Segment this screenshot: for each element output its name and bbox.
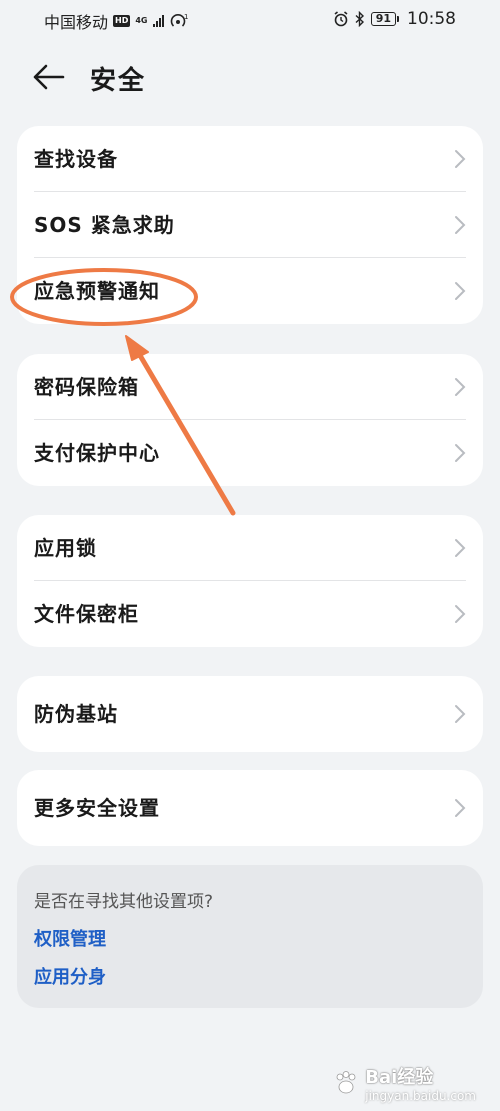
settings-group-4: 防伪基站 [17, 676, 483, 752]
carrier-label: 中国移动 [44, 13, 109, 32]
clock: 10:58 [407, 9, 456, 29]
arrow-left-icon [33, 64, 65, 90]
row-file-safe[interactable]: 文件保密柜 [17, 581, 483, 647]
status-left: 中国移动 HD 4G 1 [44, 9, 189, 33]
settings-group-5: 更多安全设置 [17, 770, 483, 846]
row-emergency-alerts[interactable]: 应急预警通知 [17, 258, 483, 324]
battery-icon: 91 [370, 12, 399, 26]
chevron-right-icon [455, 705, 466, 723]
chevron-right-icon [455, 378, 466, 396]
row-more-security-settings[interactable]: 更多安全设置 [17, 770, 483, 846]
row-payment-protection[interactable]: 支付保护中心 [17, 420, 483, 486]
page-title: 安全 [90, 66, 147, 96]
row-label: 防伪基站 [34, 702, 118, 726]
suggestion-panel: 是否在寻找其他设置项? 权限管理 应用分身 [17, 865, 483, 1008]
page-header: 安全 [0, 50, 500, 106]
network-type: 4G [135, 16, 148, 25]
status-right: 91 10:58 [333, 9, 456, 29]
svg-text:1: 1 [184, 13, 188, 21]
settings-group-2: 密码保险箱 支付保护中心 [17, 354, 483, 486]
row-label: 查找设备 [34, 147, 118, 171]
row-label: 支付保护中心 [34, 441, 160, 465]
chevron-right-icon [455, 605, 466, 623]
chevron-right-icon [455, 282, 466, 300]
watermark-url: jingyan.baidu.com [365, 1089, 476, 1103]
back-button[interactable] [32, 62, 68, 92]
watermark-text: Bai经验 [365, 1067, 434, 1088]
row-label: 密码保险箱 [34, 375, 139, 399]
chevron-right-icon [455, 799, 466, 817]
row-sos[interactable]: SOS 紧急求助 [17, 192, 483, 258]
paw-logo-icon [336, 1071, 356, 1094]
row-app-lock[interactable]: 应用锁 [17, 515, 483, 581]
chevron-right-icon [455, 539, 466, 557]
settings-group-3: 应用锁 文件保密柜 [17, 515, 483, 647]
row-label: 更多安全设置 [34, 796, 160, 820]
row-label: 应用锁 [34, 536, 97, 560]
status-bar: 中国移动 HD 4G 1 91 10:58 [0, 0, 500, 40]
settings-group-1: 查找设备 SOS 紧急求助 应急预警通知 [17, 126, 483, 324]
bluetooth-icon [355, 11, 364, 27]
link-app-twin[interactable]: 应用分身 [34, 963, 106, 989]
alarm-icon [334, 11, 348, 27]
row-find-device[interactable]: 查找设备 [17, 126, 483, 192]
suggestion-question: 是否在寻找其他设置项? [34, 892, 214, 912]
chevron-right-icon [455, 150, 466, 168]
row-label: 文件保密柜 [34, 602, 139, 626]
baidu-watermark: Bai经验 jingyan.baidu.com [333, 1063, 476, 1103]
row-fake-base-station[interactable]: 防伪基站 [17, 676, 483, 752]
chevron-right-icon [455, 216, 466, 234]
link-permission-management[interactable]: 权限管理 [34, 925, 106, 951]
row-label: 应急预警通知 [34, 279, 160, 303]
signal-icon [152, 15, 164, 27]
row-label: SOS 紧急求助 [34, 213, 175, 237]
hotspot-icon: 1 [170, 13, 188, 27]
battery-level: 91 [370, 12, 396, 26]
hd-badge: HD [113, 15, 131, 27]
row-password-vault[interactable]: 密码保险箱 [17, 354, 483, 420]
chevron-right-icon [455, 444, 466, 462]
